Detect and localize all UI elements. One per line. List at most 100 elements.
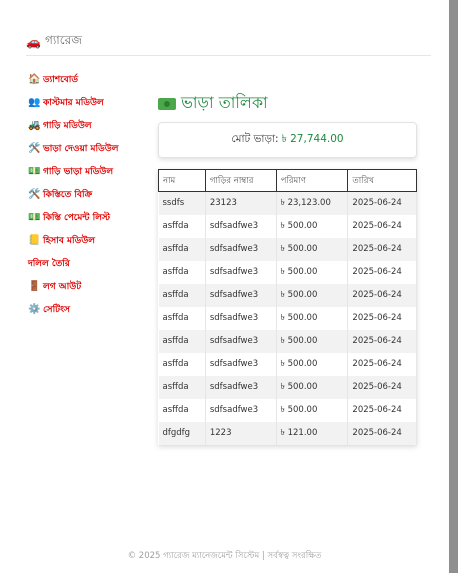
cell-vehicle-number: sdfsadfwe3 [205,214,277,238]
table-row: asffda sdfsadfwe3 ৳ 500.00 2025-06-24 [158,283,417,307]
sidebar-item[interactable]: 🚪 লগ আউট [28,275,148,298]
cell-name: dfgdfg [158,421,206,445]
cell-name: asffda [158,260,206,284]
column-header-amount: পরিমাণ [275,169,349,192]
sidebar-item[interactable]: 🏠 ড্যাশবোর্ড [28,68,148,91]
cell-vehicle-number: sdfsadfwe3 [205,306,277,330]
cell-date: 2025-06-24 [347,237,417,261]
sidebar-item[interactable]: 🚜 গাড়ি মডিউল [28,114,148,137]
rent-table-wrapper: নাম গাড়ির নাম্বার পরিমাণ তারিখ ssdfs 231… [158,169,417,445]
total-amount: ৳ 27,744.00 [281,132,344,145]
cell-amount: ৳ 500.00 [276,375,349,399]
sidebar-item-label: সেটিংস [43,304,70,315]
page-title: ভাড়া তালিকা [158,90,268,117]
page: 🚗 গ্যারেজ 🏠 ড্যাশবোর্ড 👥 কাস্টমার মডিউল 🚜 গাড… [0,0,458,573]
sidebar-item-icon: 🚜 [28,119,41,131]
cell-amount: ৳ 500.00 [276,306,349,330]
sidebar-item[interactable]: ⚙️ সেটিংস [28,298,148,321]
sidebar-item-icon: 🚪 [28,280,41,292]
cell-name: asffda [158,214,206,238]
column-header-vehicle-number: গাড়ির নাম্বার [204,169,277,192]
window-edge [449,0,458,573]
cell-amount: ৳ 500.00 [276,352,349,376]
table-row: asffda sdfsadfwe3 ৳ 500.00 2025-06-24 [158,260,417,284]
brand[interactable]: 🚗 গ্যারেজ [26,32,82,52]
money-icon [158,97,176,110]
cell-amount: ৳ 500.00 [276,398,349,422]
sidebar-item-label: ড্যাশবোর্ড [43,74,79,85]
cell-amount: ৳ 500.00 [276,214,349,238]
sidebar-item-label: দলিল তৈরি [28,258,70,269]
cell-date: 2025-06-24 [347,191,417,215]
sidebar-item-label: হিসাব মডিউল [43,235,95,246]
sidebar: 🏠 ড্যাশবোর্ড 👥 কাস্টমার মডিউল 🚜 গাড়ি মডিউল 🛠️… [28,68,148,321]
cell-name: asffda [158,375,206,399]
page-title-text: ভাড়া তালিকা [181,93,268,112]
table-row: asffda sdfsadfwe3 ৳ 500.00 2025-06-24 [158,306,417,330]
table-row: asffda sdfsadfwe3 ৳ 500.00 2025-06-24 [158,375,417,399]
cell-vehicle-number: sdfsadfwe3 [205,329,277,353]
sidebar-item-label: ভাড়া দেওয়া মডিউল [43,143,119,154]
cell-vehicle-number: 23123 [205,191,277,215]
cell-name: ssdfs [158,191,206,215]
cell-amount: ৳ 500.00 [276,237,349,261]
cell-amount: ৳ 500.00 [276,260,349,284]
table-body: ssdfs 23123 ৳ 23,123.00 2025-06-24 asffda sdf… [158,191,417,445]
cell-vehicle-number: sdfsadfwe3 [205,375,277,399]
table-row: asffda sdfsadfwe3 ৳ 500.00 2025-06-24 [158,214,417,238]
sidebar-item[interactable]: 💵 গাড়ি ভাড়া মডিউল [28,160,148,183]
table-header-row: নাম গাড়ির নাম্বার পরিমাণ তারিখ [158,169,417,192]
total-label: মোট ভাড়া: [231,132,279,145]
sidebar-item-icon: 💵 [28,165,41,177]
table-row: asffda sdfsadfwe3 ৳ 500.00 2025-06-24 [158,329,417,353]
cell-date: 2025-06-24 [347,398,417,422]
sidebar-item-label: কিস্তিতে বিক্রি [43,189,93,200]
cell-amount: ৳ 500.00 [276,283,349,307]
cell-vehicle-number: sdfsadfwe3 [205,237,277,261]
sidebar-item[interactable]: 🛠️ কিস্তিতে বিক্রি [28,183,148,206]
car-icon: 🚗 [26,35,41,49]
table-row: dfgdfg 1223 ৳ 121.00 2025-06-24 [158,421,417,445]
cell-date: 2025-06-24 [347,214,417,238]
sidebar-item[interactable]: 🛠️ ভাড়া দেওয়া মডিউল [28,137,148,160]
table-row: asffda sdfsadfwe3 ৳ 500.00 2025-06-24 [158,398,417,422]
cell-vehicle-number: sdfsadfwe3 [205,352,277,376]
cell-date: 2025-06-24 [347,260,417,284]
brand-label: গ্যারেজ [44,33,82,47]
sidebar-item-label: লগ আউট [43,281,82,292]
sidebar-item-icon: 👥 [28,96,41,108]
sidebar-item[interactable]: 👥 কাস্টমার মডিউল [28,91,148,114]
total-rent-card: মোট ভাড়া: ৳ 27,744.00 [158,122,417,158]
cell-date: 2025-06-24 [347,329,417,353]
cell-date: 2025-06-24 [347,283,417,307]
sidebar-item-label: কিস্তি পেমেন্ট লিস্ট [43,212,111,223]
cell-vehicle-number: sdfsadfwe3 [205,260,277,284]
sidebar-item-icon: 💵 [28,211,41,223]
cell-amount: ৳ 500.00 [276,329,349,353]
cell-vehicle-number: sdfsadfwe3 [205,283,277,307]
cell-name: asffda [158,283,206,307]
header-divider [26,55,431,56]
cell-amount: ৳ 121.00 [276,421,349,445]
cell-vehicle-number: 1223 [205,421,277,445]
sidebar-item[interactable]: 💵 কিস্তি পেমেন্ট লিস্ট [28,206,148,229]
sidebar-item-icon: 🛠️ [28,142,41,154]
cell-date: 2025-06-24 [347,421,417,445]
sidebar-item-icon: ⚙️ [28,303,41,315]
table-row: asffda sdfsadfwe3 ৳ 500.00 2025-06-24 [158,237,417,261]
table-row: ssdfs 23123 ৳ 23,123.00 2025-06-24 [158,191,417,215]
sidebar-item-label: কাস্টমার মডিউল [43,97,104,108]
sidebar-item-icon: 🛠️ [28,188,41,200]
sidebar-item[interactable]: দলিল তৈরি [28,252,148,275]
cell-vehicle-number: sdfsadfwe3 [205,398,277,422]
cell-name: asffda [158,398,206,422]
table-row: asffda sdfsadfwe3 ৳ 500.00 2025-06-24 [158,352,417,376]
sidebar-item[interactable]: 📒 হিসাব মডিউল [28,229,148,252]
column-header-name: নাম [158,169,206,192]
sidebar-item-icon: 🏠 [28,73,41,85]
cell-date: 2025-06-24 [347,306,417,330]
cell-name: asffda [158,352,206,376]
cell-amount: ৳ 23,123.00 [276,191,349,215]
footer: © 2025 গ্যারেজ ম্যানেজমেন্ট সিস্টেম | সর… [127,551,322,561]
cell-date: 2025-06-24 [347,352,417,376]
